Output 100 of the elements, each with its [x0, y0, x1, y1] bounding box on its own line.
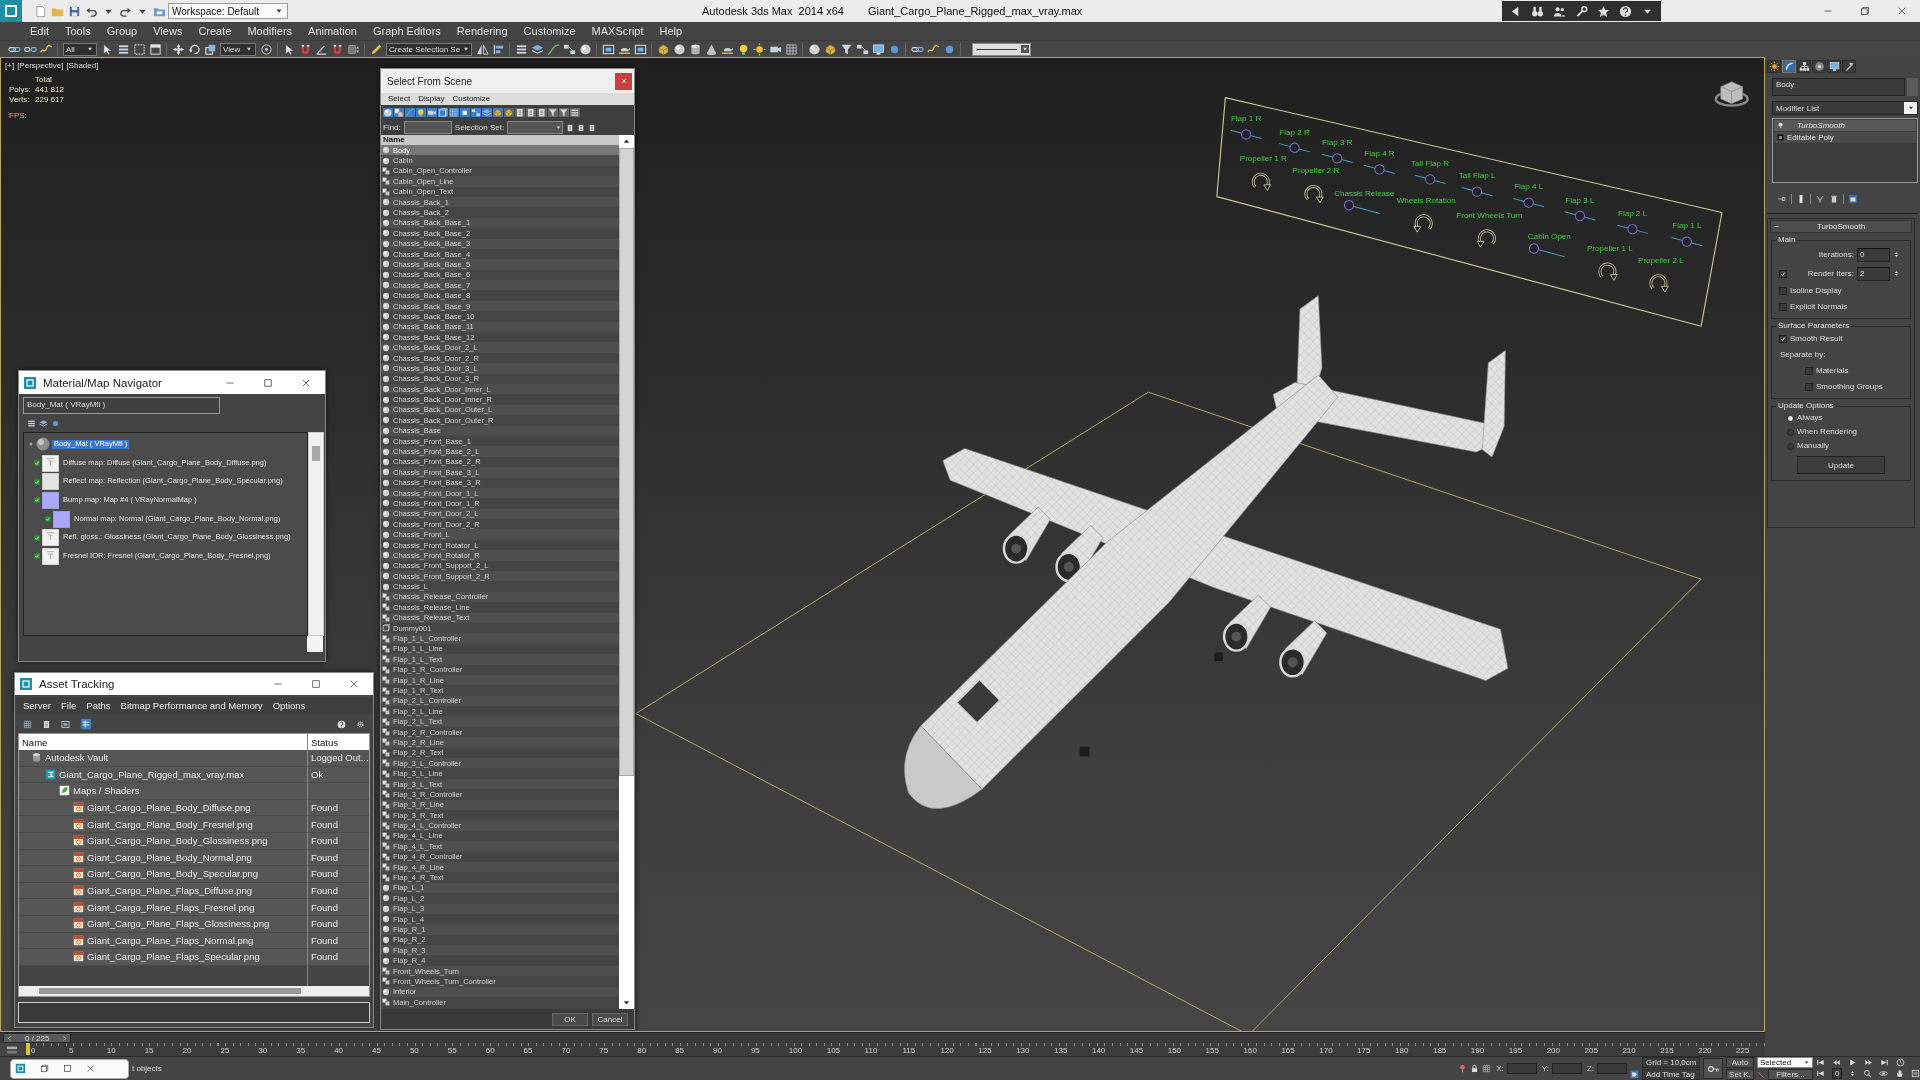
- magnifier-icon[interactable]: [1863, 1069, 1873, 1078]
- dummy-box-icon[interactable]: [438, 107, 448, 118]
- box-icon[interactable]: [493, 107, 503, 118]
- document-icon[interactable]: [588, 123, 597, 132]
- app-logo-icon[interactable]: [0, 0, 22, 22]
- slider-handle[interactable]: [1528, 243, 1540, 254]
- key-filters-button[interactable]: Filters...: [1768, 1069, 1813, 1080]
- toolbar-dropdown[interactable]: View: [220, 42, 256, 56]
- arrow-right-icon[interactable]: [61, 1034, 69, 1042]
- find-field[interactable]: [403, 121, 452, 134]
- time-slider-track[interactable]: 0 / 225: [0, 1032, 1765, 1043]
- viewport-menu[interactable]: [Perspective]: [17, 61, 64, 71]
- grid-icon[interactable]: [1482, 1064, 1492, 1073]
- dialog-button[interactable]: Cancel: [592, 1012, 628, 1026]
- checkbox[interactable]: [1805, 383, 1813, 391]
- frame-icon[interactable]: [633, 42, 647, 56]
- table-tile-icon[interactable]: [80, 718, 92, 730]
- name-cell[interactable]: Giant_Cargo_Plane_Flaps_Fresnel.png: [19, 899, 307, 916]
- spinner-arrows-icon[interactable]: [1893, 251, 1900, 258]
- trash-icon[interactable]: [1829, 194, 1839, 204]
- menu-item[interactable]: Tools: [56, 25, 99, 37]
- modifier-list-dropdown[interactable]: Modifier List: [1772, 101, 1918, 115]
- name-cell[interactable]: Giant_Cargo_Plane_Body_Specular.png: [19, 866, 307, 883]
- map-toggle-icon[interactable]: [34, 497, 40, 504]
- document-icon[interactable]: [577, 123, 586, 132]
- spinner-arrows-icon[interactable]: [1893, 270, 1900, 277]
- help-icon[interactable]: [1619, 4, 1633, 18]
- node-graph-icon[interactable]: [855, 42, 869, 56]
- cylinder-icon[interactable]: [688, 42, 702, 56]
- filter-icon[interactable]: [548, 107, 558, 118]
- hand-icon[interactable]: [1895, 1069, 1905, 1078]
- command-panel-tab[interactable]: [1827, 60, 1841, 73]
- rotate-arrow-icon[interactable]: [1413, 214, 1433, 233]
- coordinate-field[interactable]: [1506, 1063, 1537, 1074]
- menu-item[interactable]: Help: [651, 25, 691, 37]
- document-icon[interactable]: [566, 123, 575, 132]
- minimized-window[interactable]: [10, 1058, 129, 1079]
- slider-handle[interactable]: [1289, 142, 1300, 153]
- scrollbar[interactable]: [19, 986, 369, 996]
- menu-item[interactable]: Bitmap Performance and Memory: [115, 700, 268, 711]
- spinner-field[interactable]: 0: [1857, 247, 1890, 262]
- viewport[interactable]: [0, 57, 1765, 1032]
- curve-icon[interactable]: [546, 42, 560, 56]
- path-input-field[interactable]: [18, 1002, 370, 1023]
- scrollbar[interactable]: [619, 135, 634, 1009]
- menu-item[interactable]: Views: [145, 25, 191, 37]
- sheet-icon[interactable]: [1848, 194, 1858, 204]
- column-header[interactable]: Name: [381, 135, 619, 145]
- slider-handle[interactable]: [1332, 153, 1343, 164]
- map-toggle-icon[interactable]: [45, 516, 51, 523]
- sun-icon[interactable]: [752, 42, 766, 56]
- slider-handle[interactable]: [1424, 174, 1436, 185]
- close-icon[interactable]: [86, 1064, 95, 1073]
- cursor-icon[interactable]: [100, 42, 114, 56]
- gear-icon[interactable]: [356, 719, 365, 729]
- lock-icon[interactable]: [1470, 1064, 1480, 1073]
- toolbar-dropdown[interactable]: Create Selection Se: [386, 42, 472, 56]
- auto-key-button[interactable]: Auto: [1726, 1057, 1754, 1068]
- document-icon[interactable]: [515, 107, 525, 118]
- play-icon[interactable]: [1848, 1058, 1857, 1067]
- menu-item[interactable]: Select: [384, 94, 415, 104]
- layers-icon[interactable]: [482, 107, 492, 118]
- scrollbar[interactable]: [308, 432, 324, 636]
- rotate-icon[interactable]: [187, 42, 201, 56]
- add-time-tag-button[interactable]: Add Time Tag: [1642, 1069, 1700, 1080]
- box-icon[interactable]: [823, 42, 837, 56]
- menu-item[interactable]: Create: [190, 25, 240, 37]
- rotate-arrow-icon[interactable]: [1649, 274, 1669, 293]
- menu-item[interactable]: Options: [267, 700, 311, 711]
- slider-handle[interactable]: [1681, 236, 1692, 247]
- time-slider-thumb[interactable]: 0 / 225: [3, 1033, 72, 1043]
- box-icon[interactable]: [504, 107, 514, 118]
- column-header[interactable]: Name: [19, 734, 307, 750]
- binoculars-icon[interactable]: [1531, 4, 1545, 18]
- map-toggle-icon[interactable]: [34, 534, 40, 541]
- expand-dot-icon[interactable]: [28, 441, 34, 448]
- menu-item[interactable]: Modifiers: [239, 25, 301, 37]
- monitor-icon[interactable]: [871, 42, 885, 56]
- skip-start-icon[interactable]: [1816, 1058, 1825, 1067]
- list-icon[interactable]: [514, 42, 528, 56]
- menu-item[interactable]: Customize: [515, 25, 584, 37]
- align-icon[interactable]: [491, 42, 505, 56]
- tag-icon[interactable]: [1630, 1070, 1639, 1079]
- vertical-bar-icon[interactable]: [1796, 194, 1806, 204]
- frame-icon[interactable]: [601, 42, 615, 56]
- checkbox[interactable]: [1779, 303, 1787, 311]
- material-name-field[interactable]: Body_Mat ( VRayMtl ): [23, 397, 220, 414]
- modifier-stack-item[interactable]: Editable Poly: [1774, 132, 1916, 144]
- close-button[interactable]: [615, 72, 632, 90]
- restore-icon[interactable]: [40, 1064, 49, 1073]
- step-forward-icon[interactable]: [1864, 1058, 1873, 1067]
- scrollbar-thumb[interactable]: [312, 446, 320, 461]
- document-icon[interactable]: [537, 107, 547, 118]
- pin-icon[interactable]: [1777, 194, 1787, 204]
- node-graph-icon[interactable]: [562, 42, 576, 56]
- menu-item[interactable]: Server: [18, 700, 56, 711]
- scale-icon[interactable]: [203, 42, 217, 56]
- resize-grip[interactable]: [307, 636, 323, 652]
- light-bulb-icon[interactable]: [1777, 122, 1784, 129]
- workspace-dropdown[interactable]: Workspace: Default: [168, 3, 288, 19]
